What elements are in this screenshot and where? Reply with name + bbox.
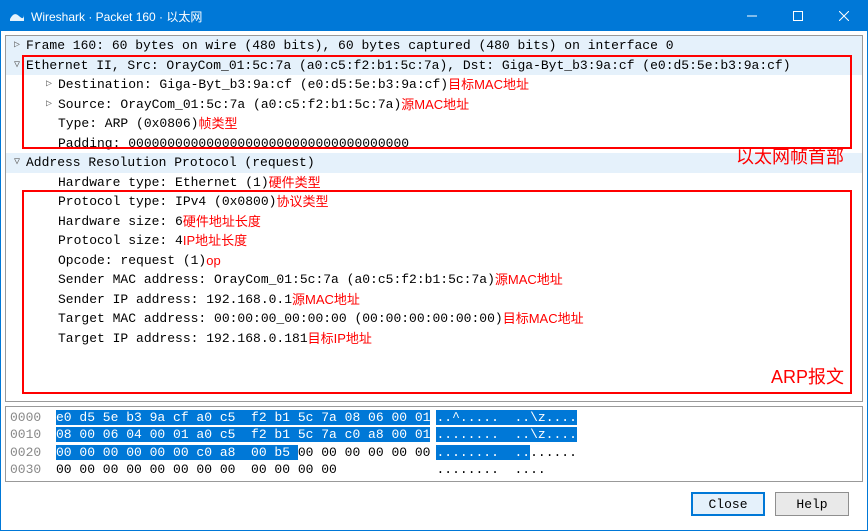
arp-tmac-row[interactable]: Target MAC address: 00:00:00_00:00:00 (0… [6,309,862,329]
eth-type-annot: 帧类型 [198,114,237,134]
arp-smac-annot: 源MAC地址 [495,270,563,290]
eth-dst-row[interactable]: ▷Destination: Giga-Byt_b3:9a:cf (e0:d5:5… [6,75,862,95]
ethernet-row[interactable]: ▽Ethernet II, Src: OrayCom_01:5c:7a (a0:… [6,56,862,76]
packet-details-window: Wireshark · Packet 160 · 以太网 以太网帧首部 ARP报… [0,0,868,531]
hex-offset: 0020 [10,444,56,462]
arp-psize-text: Protocol size: 4 [58,231,183,251]
arp-row[interactable]: ▽Address Resolution Protocol (request) [6,153,862,173]
arp-summary: Address Resolution Protocol (request) [26,153,315,173]
arp-opcode-text: Opcode: request (1) [58,251,206,271]
arp-hwsize-text: Hardware size: 6 [58,212,183,232]
arp-ptype-row[interactable]: Protocol type: IPv4 (0x0800) 协议类型 [6,192,862,212]
close-button[interactable]: Close [691,492,765,516]
frame-row[interactable]: ▷Frame 160: 60 bytes on wire (480 bits),… [6,36,862,56]
collapse-icon[interactable]: ▽ [10,155,24,170]
arp-tmac-text: Target MAC address: 00:00:00_00:00:00 (0… [58,309,503,329]
arp-tmac-annot: 目标MAC地址 [503,309,584,329]
window-controls [729,1,867,31]
hex-offset: 0000 [10,409,56,427]
titlebar[interactable]: Wireshark · Packet 160 · 以太网 [1,1,867,31]
hex-offset: 0010 [10,426,56,444]
collapse-icon[interactable]: ▽ [10,58,24,73]
arp-sip-row[interactable]: Sender IP address: 192.168.0.1 源MAC地址 [6,290,862,310]
arp-hwtype-row[interactable]: Hardware type: Ethernet (1) 硬件类型 [6,173,862,193]
arp-ptype-annot: 协议类型 [276,192,328,212]
arp-opcode-annot: op [206,251,220,271]
expand-icon[interactable]: ▷ [42,77,56,92]
ethernet-summary: Ethernet II, Src: OrayCom_01:5c:7a (a0:c… [26,56,791,76]
eth-pad-text: Padding: 0000000000000000000000000000000… [58,134,409,154]
hex-row-0[interactable]: 0000e0 d5 5e b3 9a cf a0 c5 f2 b1 5c 7a … [10,409,858,427]
wireshark-icon [9,8,25,24]
eth-pad-row[interactable]: Padding: 0000000000000000000000000000000… [6,134,862,154]
window-title: Wireshark · Packet 160 · 以太网 [31,8,729,25]
help-button[interactable]: Help [775,492,849,516]
eth-src-text: Source: OrayCom_01:5c:7a (a0:c5:f2:b1:5c… [58,95,401,115]
eth-dst-text: Destination: Giga-Byt_b3:9a:cf (e0:d5:5e… [58,75,448,95]
hex-row-1[interactable]: 001008 00 06 04 00 01 a0 c5 f2 b1 5c 7a … [10,426,858,444]
arp-psize-row[interactable]: Protocol size: 4 IP地址长度 [6,231,862,251]
arp-tip-row[interactable]: Target IP address: 192.168.0.181 目标IP地址 [6,329,862,349]
expand-icon[interactable]: ▷ [10,38,24,53]
eth-type-text: Type: ARP (0x0806) [58,114,198,134]
arp-hwtype-text: Hardware type: Ethernet (1) [58,173,269,193]
hex-row-3[interactable]: 003000 00 00 00 00 00 00 00 00 00 00 00 … [10,461,858,479]
minimize-button[interactable] [729,1,775,31]
hex-row-2[interactable]: 002000 00 00 00 00 00 c0 a8 00 b5 00 00 … [10,444,858,462]
arp-sip-text: Sender IP address: 192.168.0.1 [58,290,292,310]
ethernet-section-label: 以太网帧首部 [736,144,844,171]
arp-ptype-text: Protocol type: IPv4 (0x0800) [58,192,276,212]
arp-hwtype-annot: 硬件类型 [269,173,321,193]
arp-section-label: ARP报文 [771,364,844,391]
frame-summary: Frame 160: 60 bytes on wire (480 bits), … [26,36,674,56]
arp-hwsize-row[interactable]: Hardware size: 6 硬件地址长度 [6,212,862,232]
hex-offset: 0030 [10,461,56,479]
arp-smac-row[interactable]: Sender MAC address: OrayCom_01:5c:7a (a0… [6,270,862,290]
close-window-button[interactable] [821,1,867,31]
packet-tree-pane[interactable]: 以太网帧首部 ARP报文 ▷Frame 160: 60 bytes on wir… [5,35,863,402]
arp-smac-text: Sender MAC address: OrayCom_01:5c:7a (a0… [58,270,495,290]
arp-sip-annot: 源MAC地址 [292,290,360,310]
content-area: 以太网帧首部 ARP报文 ▷Frame 160: 60 bytes on wir… [1,31,867,530]
hex-dump-pane[interactable]: 0000e0 d5 5e b3 9a cf a0 c5 f2 b1 5c 7a … [5,406,863,482]
eth-src-annot: 源MAC地址 [401,95,469,115]
arp-tip-annot: 目标IP地址 [308,329,372,349]
eth-dst-annot: 目标MAC地址 [448,75,529,95]
button-bar: Close Help [5,482,863,526]
arp-psize-annot: IP地址长度 [183,231,247,251]
arp-hwsize-annot: 硬件地址长度 [183,212,261,232]
eth-type-row[interactable]: Type: ARP (0x0806) 帧类型 [6,114,862,134]
arp-opcode-row[interactable]: Opcode: request (1) op [6,251,862,271]
maximize-button[interactable] [775,1,821,31]
expand-icon[interactable]: ▷ [42,97,56,112]
eth-src-row[interactable]: ▷Source: OrayCom_01:5c:7a (a0:c5:f2:b1:5… [6,95,862,115]
arp-tip-text: Target IP address: 192.168.0.181 [58,329,308,349]
